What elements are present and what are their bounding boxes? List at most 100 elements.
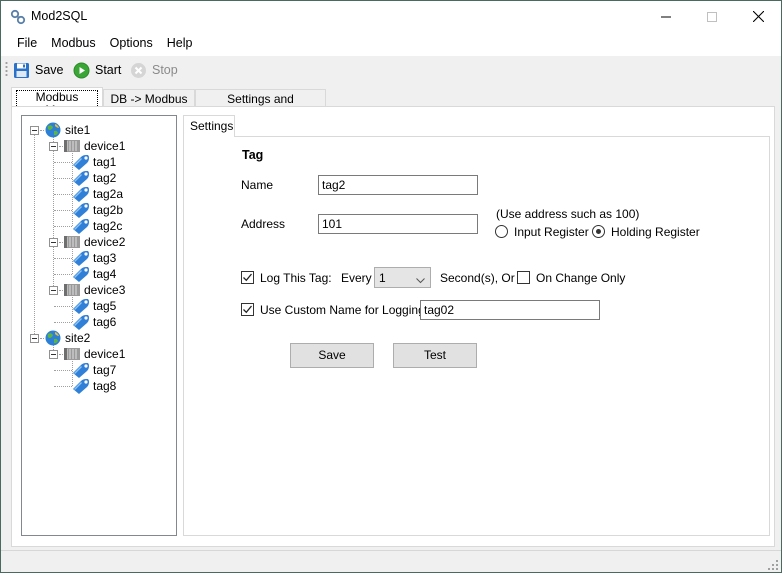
menu-modbus[interactable]: Modbus	[44, 32, 102, 56]
toolbar-start-button[interactable]: Start	[73, 59, 121, 81]
app-window: Mod2SQL File Modbus Options Help Save St…	[0, 0, 782, 573]
collapse-toggle-icon[interactable]	[49, 286, 58, 295]
tree-node-tag[interactable]: tag2	[72, 170, 116, 186]
tree-node-tag[interactable]: tag6	[72, 314, 116, 330]
tree-node-device[interactable]: device1	[63, 346, 125, 362]
tag-icon	[72, 154, 90, 170]
tree-node-tag[interactable]: tag2b	[72, 202, 123, 218]
tree-node-label: site1	[65, 123, 91, 137]
name-input[interactable]	[318, 175, 478, 195]
maximize-button[interactable]	[689, 1, 735, 32]
tree-node-tag[interactable]: tag1	[72, 154, 116, 170]
checkmark-icon	[243, 305, 253, 314]
on-change-only-checkbox[interactable]	[517, 271, 530, 284]
toolbar-stop-button[interactable]: Stop	[130, 59, 178, 81]
menu-options[interactable]: Options	[103, 32, 160, 56]
holding-register-radio[interactable]	[592, 225, 605, 238]
close-button[interactable]	[735, 1, 781, 32]
collapse-toggle-icon[interactable]	[49, 238, 58, 247]
tag-icon	[72, 378, 90, 394]
tree-node-label: tag4	[93, 267, 117, 281]
log-interval-value: 1	[379, 271, 386, 285]
tree-node-label: device1	[84, 347, 126, 361]
seconds-label: Second(s), Or	[440, 271, 515, 285]
custom-name-label[interactable]: Use Custom Name for Logging:	[260, 303, 428, 317]
tree-connector-line	[54, 194, 72, 195]
tree-connector-line	[54, 162, 72, 163]
tag-icon	[72, 218, 90, 234]
input-register-label[interactable]: Input Register	[514, 225, 589, 239]
site-tree[interactable]: site1 device1 tag1 tag2 tag2a tag2b tag2c devic…	[21, 115, 177, 536]
minimize-button[interactable]	[643, 1, 689, 32]
toolbar-save-button[interactable]: Save	[13, 59, 64, 81]
tree-node-tag[interactable]: tag8	[72, 378, 116, 394]
input-register-radio[interactable]	[495, 225, 508, 238]
toolbar-grip[interactable]	[5, 61, 8, 77]
tag-icon	[72, 362, 90, 378]
tree-node-site[interactable]: site1	[44, 122, 90, 138]
tree-node-label: tag8	[93, 379, 117, 393]
tree-node-device[interactable]: device1	[63, 138, 125, 154]
tree-node-tag[interactable]: tag3	[72, 250, 116, 266]
tab-settings-and-diagnostics[interactable]: Settings and Diagnostics	[195, 89, 326, 120]
tree-node-device[interactable]: device3	[63, 282, 125, 298]
floppy-disk-icon	[13, 62, 30, 79]
log-tag-checkbox[interactable]	[241, 271, 254, 284]
tree-node-tag[interactable]: tag5	[72, 298, 116, 314]
menu-help[interactable]: Help	[160, 32, 200, 56]
resize-grip-icon[interactable]	[768, 559, 778, 570]
collapse-toggle-icon[interactable]	[30, 334, 39, 343]
minimize-icon	[661, 16, 671, 17]
tree-node-label: device2	[84, 235, 126, 249]
tree-connector-line	[54, 258, 72, 259]
tree-connector-line	[54, 370, 72, 371]
test-button[interactable]: Test	[393, 343, 477, 368]
tab-settings[interactable]: Settings	[183, 115, 235, 137]
toolbar-stop-label: Stop	[152, 63, 178, 77]
tab-modbus-map[interactable]: Modbus Map	[11, 87, 103, 118]
tree-node-tag[interactable]: tag7	[72, 362, 116, 378]
tree-node-label: tag5	[93, 299, 117, 313]
tag-icon	[72, 202, 90, 218]
tree-connector-line	[54, 210, 72, 211]
tab-db-to-modbus[interactable]: DB -> Modbus	[103, 89, 195, 107]
tree-node-label: device1	[84, 139, 126, 153]
collapse-toggle-icon[interactable]	[49, 350, 58, 359]
tree-node-tag[interactable]: tag2c	[72, 218, 122, 234]
save-button[interactable]: Save	[290, 343, 374, 368]
tree-node-label: tag2	[93, 171, 117, 185]
device-icon	[63, 138, 81, 154]
globe-icon	[44, 330, 62, 346]
tree-node-tag[interactable]: tag2a	[72, 186, 123, 202]
maximize-icon	[707, 11, 717, 22]
log-interval-select[interactable]: 1	[374, 267, 431, 288]
holding-register-label[interactable]: Holding Register	[611, 225, 700, 239]
tree-node-device[interactable]: device2	[63, 234, 125, 250]
status-bar	[1, 550, 781, 572]
tag-icon	[72, 266, 90, 282]
custom-name-input[interactable]	[420, 300, 600, 320]
tree-connector-line	[53, 134, 54, 290]
tree-connector-line	[54, 178, 72, 179]
custom-name-checkbox[interactable]	[241, 303, 254, 316]
collapse-toggle-icon[interactable]	[30, 126, 39, 135]
tree-node-tag[interactable]: tag4	[72, 266, 116, 282]
tree-node-site[interactable]: site2	[44, 330, 90, 346]
address-input[interactable]	[318, 214, 478, 234]
on-change-only-label[interactable]: On Change Only	[536, 271, 625, 285]
app-link-icon	[10, 9, 26, 25]
tree-connector-line	[54, 274, 72, 275]
address-hint: (Use address such as 100)	[496, 207, 640, 221]
tree-node-label: tag6	[93, 315, 117, 329]
log-tag-label[interactable]: Log This Tag:	[260, 271, 332, 285]
tree-connector-line	[34, 130, 35, 338]
collapse-toggle-icon[interactable]	[49, 142, 58, 151]
play-icon	[73, 62, 90, 79]
settings-panel: Tag Name Address (Use address such as 10…	[183, 136, 770, 536]
tag-icon	[72, 314, 90, 330]
tree-node-label: site2	[65, 331, 91, 345]
tree-connector-line	[54, 322, 72, 323]
menu-file[interactable]: File	[10, 32, 44, 56]
tree-node-label: device3	[84, 283, 126, 297]
tree-node-label: tag1	[93, 155, 117, 169]
